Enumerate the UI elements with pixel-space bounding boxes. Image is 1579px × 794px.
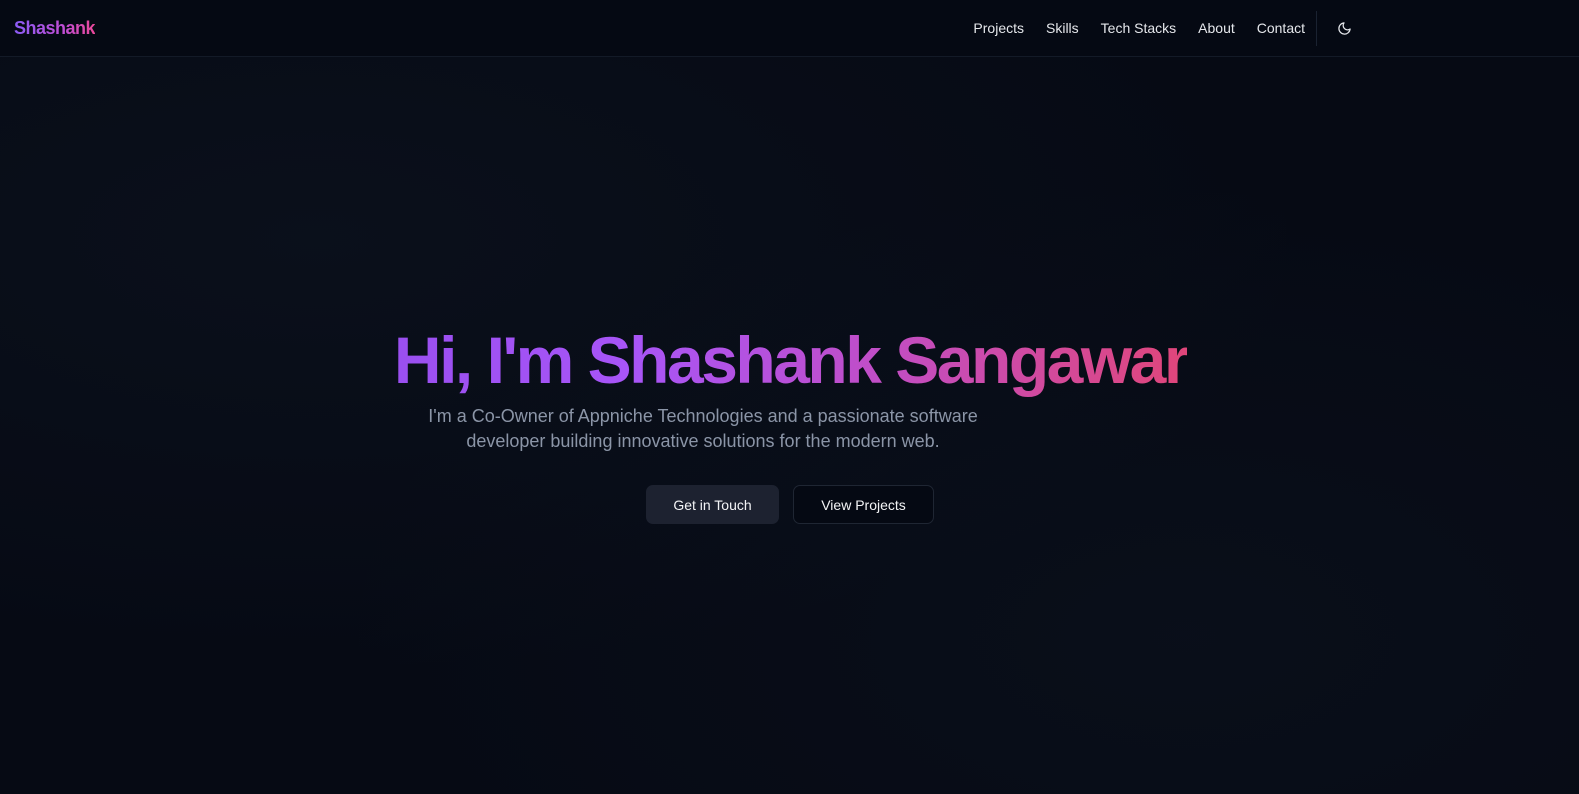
nav-link-contact[interactable]: Contact — [1246, 0, 1316, 57]
hero-subtitle: I'm a Co-Owner of Appniche Technologies … — [428, 406, 978, 451]
nav-link-tech-stacks[interactable]: Tech Stacks — [1090, 0, 1187, 57]
page: Shashank Projects Skills Tech Stacks Abo… — [0, 0, 1579, 794]
moon-icon — [1337, 21, 1351, 35]
brand-logo[interactable]: Shashank — [14, 17, 96, 39]
nav-link-skills[interactable]: Skills — [1035, 0, 1090, 57]
site-header: Shashank Projects Skills Tech Stacks Abo… — [0, 0, 1579, 57]
nav-link-about[interactable]: About — [1187, 0, 1246, 57]
hero-title: Hi, I'm Shashank Sangawar — [0, 322, 1579, 398]
main-nav: Projects Skills Tech Stacks About Contac… — [962, 0, 1316, 57]
nav-link-projects[interactable]: Projects — [962, 0, 1035, 57]
theme-toggle-button[interactable] — [1330, 14, 1358, 42]
view-projects-button[interactable]: View Projects — [793, 485, 934, 524]
get-in-touch-button[interactable]: Get in Touch — [646, 485, 779, 524]
hero-title-text: Hi, I'm Shashank Sangawar — [393, 323, 1190, 397]
nav-divider — [1316, 11, 1317, 46]
